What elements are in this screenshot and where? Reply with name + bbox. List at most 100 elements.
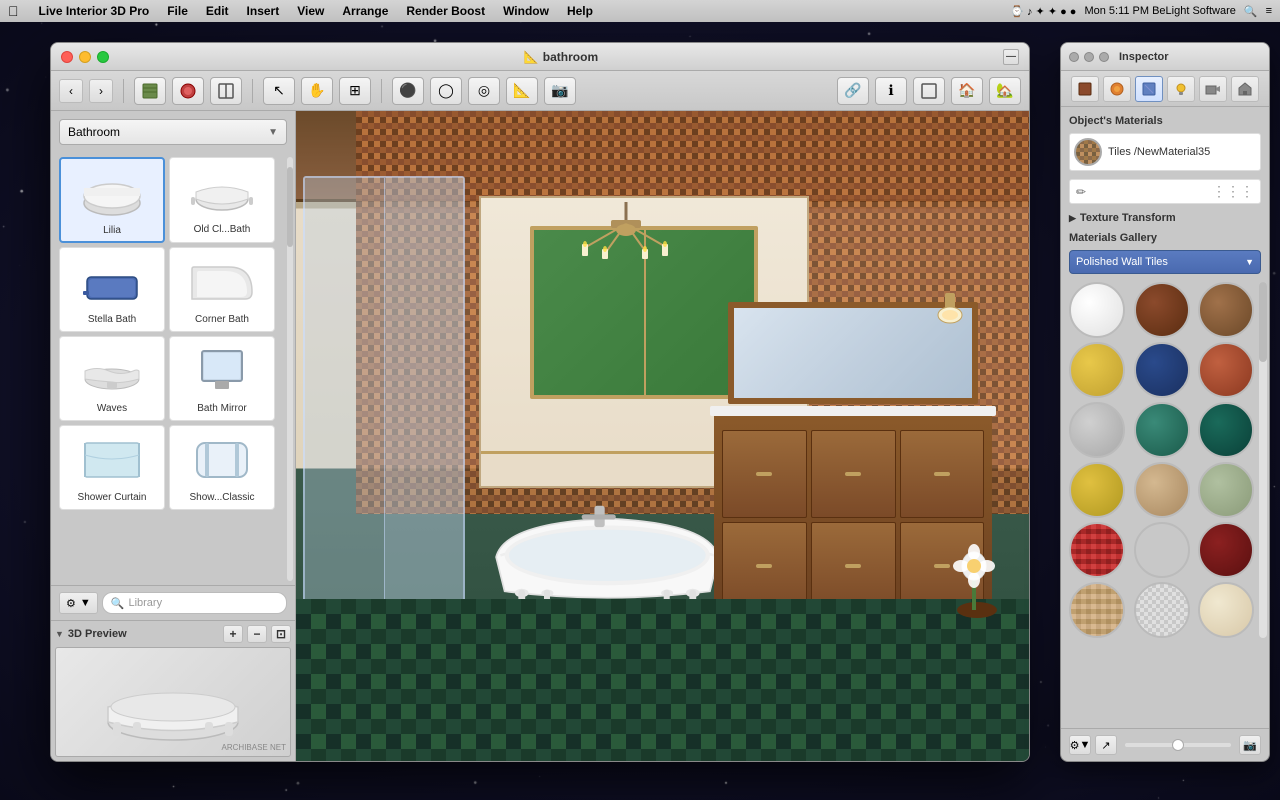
inspector-tab-camera[interactable]: [1199, 76, 1227, 102]
swatch-dark-teal[interactable]: [1198, 402, 1254, 458]
maximize-button[interactable]: [97, 51, 109, 63]
menu-file[interactable]: File: [159, 0, 196, 22]
swatch-grid-tile[interactable]: [1134, 582, 1190, 638]
items-scrollbar[interactable]: [287, 157, 293, 581]
inspector-zoom-btn[interactable]: [1099, 52, 1109, 62]
preview-header: ▼ 3D Preview + − ⊡: [55, 625, 291, 643]
home-render-button[interactable]: 🏡: [989, 77, 1021, 105]
library-search[interactable]: 🔍 Library: [102, 592, 287, 614]
inspector-panel: Inspector Object's Materials Tiles /NewM…: [1060, 42, 1270, 762]
menu-arrange[interactable]: Arrange: [334, 0, 396, 22]
zoom-out-button[interactable]: −: [247, 625, 267, 643]
preview-label: 3D Preview: [68, 628, 127, 640]
chevron-down-icon: ▼: [268, 127, 278, 138]
close-button[interactable]: [61, 51, 73, 63]
library-button[interactable]: [134, 77, 166, 105]
menu-view[interactable]: View: [289, 0, 332, 22]
menu-items-group: Live Interior 3D Pro File Edit Insert Vi…: [31, 0, 601, 22]
inspector-settings-button[interactable]: ⚙ ▼: [1069, 735, 1091, 755]
nav-forward-button[interactable]: ›: [89, 79, 113, 103]
menu-app-name[interactable]: Live Interior 3D Pro: [31, 0, 158, 22]
swatch-teal[interactable]: [1134, 402, 1190, 458]
sidebar-item-corner-bath[interactable]: Corner Bath: [169, 247, 275, 332]
preview-collapse-icon[interactable]: ▼: [55, 629, 64, 639]
swatch-dark-red[interactable]: [1198, 522, 1254, 578]
inspector-tab-objects[interactable]: [1071, 76, 1099, 102]
edit-bar[interactable]: ✏ ⋮⋮⋮: [1069, 179, 1261, 204]
swatch-dark-brown[interactable]: [1134, 282, 1190, 338]
inspector-photo-button[interactable]: 📷: [1239, 735, 1261, 755]
gallery-scrollbar-thumb[interactable]: [1259, 282, 1267, 362]
sidebar-item-lilia[interactable]: Lilia: [59, 157, 165, 243]
menubar-search-icon[interactable]: 🔍: [1244, 5, 1258, 18]
menu-render-boost[interactable]: Render Boost: [398, 0, 493, 22]
swatch-light-gray[interactable]: [1069, 402, 1125, 458]
menu-help[interactable]: Help: [559, 0, 601, 22]
window-zoom-btn[interactable]: —: [1003, 49, 1019, 65]
materials-gallery-label: Materials Gallery: [1069, 232, 1261, 244]
inspector-slider[interactable]: [1125, 743, 1231, 747]
swatch-red-tile[interactable]: [1069, 522, 1125, 578]
materials-swatch-container: [1069, 282, 1261, 638]
menubar-icons: ⌚ ♪ ✦ ✦ ● ●: [1010, 5, 1076, 18]
swatch-terracotta[interactable]: [1198, 342, 1254, 398]
swatch-blue-tile[interactable]: [1134, 522, 1190, 578]
sidebar-item-waves[interactable]: Waves: [59, 336, 165, 421]
inspector-tab-paint[interactable]: [1135, 76, 1163, 102]
menu-insert[interactable]: Insert: [239, 0, 288, 22]
material-item-row[interactable]: Tiles /NewMaterial35: [1069, 133, 1261, 171]
menu-window[interactable]: Window: [495, 0, 557, 22]
swatch-sage[interactable]: [1198, 462, 1254, 518]
inspector-close-btn[interactable]: [1069, 52, 1079, 62]
inspector-tab-materials[interactable]: [1103, 76, 1131, 102]
3d-house-button[interactable]: 🏠: [951, 77, 983, 105]
zoom-fit-button[interactable]: ⊡: [271, 625, 291, 643]
info-button[interactable]: ℹ: [875, 77, 907, 105]
floor-plan-button[interactable]: [210, 77, 242, 105]
gallery-dropdown[interactable]: Polished Wall Tiles ▼: [1069, 250, 1261, 274]
inspector-tab-lights[interactable]: [1167, 76, 1195, 102]
share-button[interactable]: 🔗: [837, 77, 869, 105]
waves-label: Waves: [97, 403, 127, 415]
cursor-tool[interactable]: ↖: [263, 77, 295, 105]
materials-button[interactable]: [172, 77, 204, 105]
sidebar-item-shower-curtain[interactable]: Shower Curtain: [59, 425, 165, 510]
slider-thumb[interactable]: [1172, 739, 1184, 751]
menubar-menu-icon[interactable]: ≡: [1266, 5, 1272, 17]
measure-tool[interactable]: 📐: [506, 77, 538, 105]
zoom-in-button[interactable]: +: [223, 625, 243, 643]
swatch-white[interactable]: [1069, 282, 1125, 338]
inspector-export-button[interactable]: ↗: [1095, 735, 1117, 755]
viewport-3d[interactable]: [296, 111, 1029, 761]
sidebar-item-old-bath[interactable]: Old Cl...Bath: [169, 157, 275, 243]
items-scroll-thumb[interactable]: [287, 167, 293, 247]
photo-button[interactable]: 📷: [544, 77, 576, 105]
swatch-yellow[interactable]: [1069, 342, 1125, 398]
flower-decoration: [947, 538, 1007, 618]
record-button[interactable]: ⚫: [392, 77, 424, 105]
shower-curtain-thumbnail: [76, 432, 148, 488]
camera-button[interactable]: ◯: [430, 77, 462, 105]
traffic-lights: [61, 51, 109, 63]
swatch-tan[interactable]: [1134, 462, 1190, 518]
menu-edit[interactable]: Edit: [198, 0, 237, 22]
nav-back-button[interactable]: ‹: [59, 79, 83, 103]
inspector-tab-home[interactable]: [1231, 76, 1259, 102]
texture-transform-section[interactable]: ▶ Texture Transform: [1069, 212, 1261, 224]
inspector-minimize-btn[interactable]: [1084, 52, 1094, 62]
minimize-button[interactable]: [79, 51, 91, 63]
swatch-gold-yellow[interactable]: [1069, 462, 1125, 518]
2d-view-button[interactable]: [913, 77, 945, 105]
sidebar-item-bath-mirror[interactable]: Bath Mirror: [169, 336, 275, 421]
sidebar-item-show-classic[interactable]: Show...Classic: [169, 425, 275, 510]
swatch-dark-blue[interactable]: [1134, 342, 1190, 398]
settings-dropdown-button[interactable]: ⚙ ▼: [59, 592, 98, 614]
swatch-tan-tile[interactable]: [1069, 582, 1125, 638]
camera2-button[interactable]: ◎: [468, 77, 500, 105]
sidebar-item-stella-bath[interactable]: Stella Bath: [59, 247, 165, 332]
swatch-cream[interactable]: [1198, 582, 1254, 638]
category-select[interactable]: Bathroom ▼: [59, 119, 287, 145]
split-tool[interactable]: ⊞: [339, 77, 371, 105]
swatch-medium-brown[interactable]: [1198, 282, 1254, 338]
hand-tool[interactable]: ✋: [301, 77, 333, 105]
